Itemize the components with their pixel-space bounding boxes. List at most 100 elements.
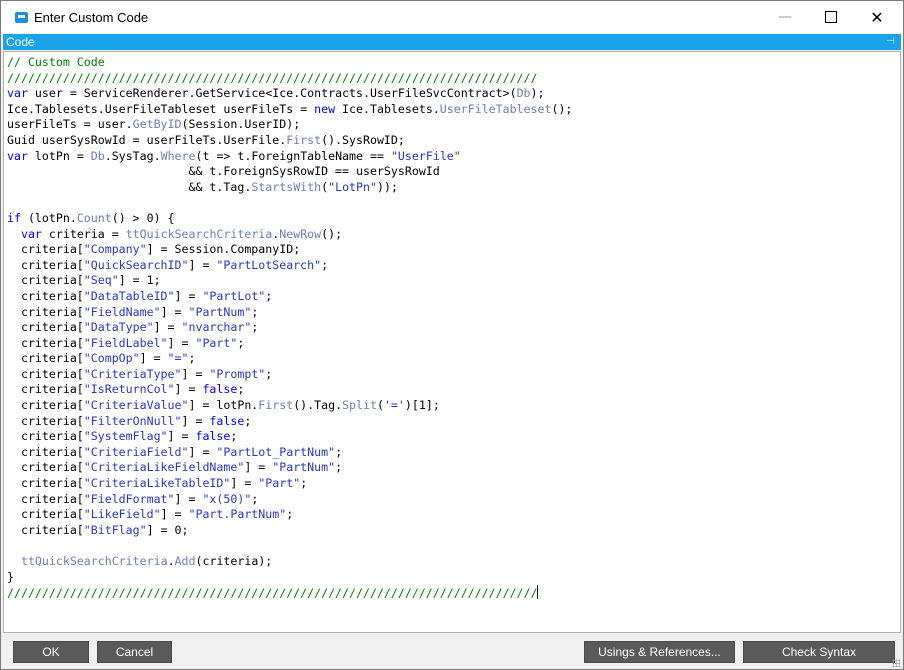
code-token: criteria[ — [7, 413, 84, 428]
code-token: ; — [244, 413, 252, 428]
code-text[interactable]: // Custom Code//////////////////////////… — [7, 55, 572, 601]
code-token: "CriteriaLikeFieldName" — [83, 460, 245, 475]
code-line: var lotPn = Db.SysTag.Where(t => t.Forei… — [7, 149, 572, 165]
maximize-button[interactable] — [808, 1, 854, 33]
title-bar[interactable]: Enter Custom Code — ✕ — [1, 1, 903, 33]
code-token: user = ServiceRenderer.GetService<Ice.Co… — [27, 86, 517, 101]
check-syntax-button[interactable]: Check Syntax — [743, 641, 895, 663]
code-token: "Part" — [195, 335, 238, 350]
code-token: ] = — [244, 460, 273, 475]
code-token: ; — [300, 476, 308, 491]
code-token: )[1]; — [404, 398, 440, 413]
code-line: Ice.Tablesets.UserFileTableset userFileT… — [7, 102, 572, 118]
code-token: ] = — [167, 429, 196, 444]
code-token: criteria[ — [7, 476, 84, 491]
code-token: "SystemFlag" — [83, 429, 168, 444]
code-token: '=' — [383, 398, 405, 413]
code-token: // Custom Code — [7, 55, 105, 69]
code-token: ////////////////////////////////////////… — [7, 70, 538, 85]
code-token: ] = — [160, 304, 189, 319]
code-token: var — [20, 226, 42, 241]
code-token: ); — [530, 86, 545, 101]
code-token: ] = Session.CompanyID; — [146, 242, 301, 257]
minimize-button[interactable]: — — [762, 1, 808, 33]
code-token: criteria[ — [7, 257, 84, 272]
code-token: ] = — [181, 366, 210, 381]
code-token: ] = lotPn. — [188, 398, 259, 413]
code-token: . — [167, 554, 175, 568]
code-token: } — [7, 569, 14, 584]
code-line: ////////////////////////////////////////… — [7, 585, 572, 601]
code-line: ////////////////////////////////////////… — [7, 71, 572, 87]
code-token: GetByID — [132, 117, 182, 132]
code-token: "Company" — [83, 242, 147, 257]
code-line: ttQuickSearchCriteria.Add(criteria); — [7, 554, 572, 570]
code-token: ; — [230, 429, 238, 444]
code-token: Ice.Tablesets.UserFileTableset userFileT… — [7, 101, 315, 116]
close-icon: ✕ — [870, 7, 884, 27]
code-token: Ice.Tablesets. — [335, 101, 440, 116]
code-line: criteria["FieldLabel"] = "Part"; — [7, 336, 572, 352]
window-title: Enter Custom Code — [34, 10, 149, 25]
code-token: .SysTag. — [104, 148, 161, 163]
code-line: criteria["CriteriaValue"] = lotPn.First(… — [7, 398, 572, 414]
code-line: criteria["CriteriaField"] = "PartLot_Par… — [7, 445, 572, 461]
code-token: ] = — [181, 413, 210, 428]
text-caret — [537, 585, 539, 600]
custom-code-dialog: Enter Custom Code — ✕ Code ⊣ // Custom C… — [0, 0, 904, 670]
ok-button[interactable]: OK — [13, 641, 89, 663]
code-token: "Part" — [258, 476, 301, 491]
code-token: var — [7, 86, 28, 101]
cancel-button[interactable]: Cancel — [97, 641, 172, 663]
code-token: ; — [321, 257, 329, 272]
code-token: "PartLot_PartNum" — [216, 444, 336, 459]
code-token: ().SysRowID; — [321, 132, 405, 147]
code-line: criteria["FilterOnNull"] = false; — [7, 414, 572, 430]
code-panel-header: Code ⊣ — [3, 34, 901, 50]
code-token: lotPn = — [27, 148, 91, 163]
code-token: StartsWith — [251, 179, 322, 194]
code-token: "QuickSearchID" — [83, 257, 189, 272]
code-token: criteria[ — [7, 398, 84, 413]
code-token: ; — [237, 382, 245, 397]
code-token: "CriteriaValue" — [83, 398, 189, 413]
code-token: "LikeField" — [83, 507, 161, 522]
code-token: "PartLot" — [202, 288, 266, 303]
code-token: new — [314, 101, 336, 116]
code-token: "DataTableID" — [83, 288, 175, 303]
code-token: ] = 0; — [146, 522, 189, 537]
code-token: ] = 1; — [118, 273, 161, 288]
code-token: var — [7, 148, 28, 163]
code-token: "FieldName" — [83, 304, 161, 319]
code-panel-title: Code — [6, 35, 35, 49]
code-token: "DataType" — [83, 320, 154, 335]
code-token: criteria = — [41, 226, 126, 241]
code-line: userFileTs = user.GetByID(Session.UserID… — [7, 117, 572, 133]
code-token: "LotPn" — [328, 179, 377, 194]
code-line: criteria["DataType"] = "nvarchar"; — [7, 320, 572, 336]
code-token: "BitFlag" — [83, 522, 147, 537]
code-token: criteria[ — [7, 444, 84, 459]
code-token: criteria[ — [7, 335, 84, 350]
code-token: (); — [551, 101, 573, 116]
usings-references-button[interactable]: Usings & References... — [584, 641, 735, 663]
code-token: First — [286, 132, 322, 147]
code-token: "FieldFormat" — [83, 491, 175, 506]
code-token: )); — [376, 179, 398, 194]
code-token: criteria[ — [7, 460, 84, 475]
code-line: && t.ForeignSysRowID == userSysRowId — [7, 164, 572, 180]
code-editor[interactable]: // Custom Code//////////////////////////… — [3, 51, 901, 633]
code-line: criteria["CriteriaType"] = "Prompt"; — [7, 367, 572, 383]
pin-icon[interactable]: ⊣ — [886, 34, 895, 50]
code-token: criteria[ — [7, 382, 84, 397]
code-token: Guid userSysRowId = userFileTs.UserFile. — [7, 132, 287, 147]
code-token: criteria[ — [7, 491, 84, 506]
code-token: "FilterOnNull" — [83, 413, 182, 428]
code-line: criteria["CriteriaLikeTableID"] = "Part"… — [7, 476, 572, 492]
resize-grip-icon[interactable] — [892, 659, 900, 667]
close-button[interactable]: ✕ — [854, 1, 900, 33]
code-line: // Custom Code — [7, 55, 572, 71]
